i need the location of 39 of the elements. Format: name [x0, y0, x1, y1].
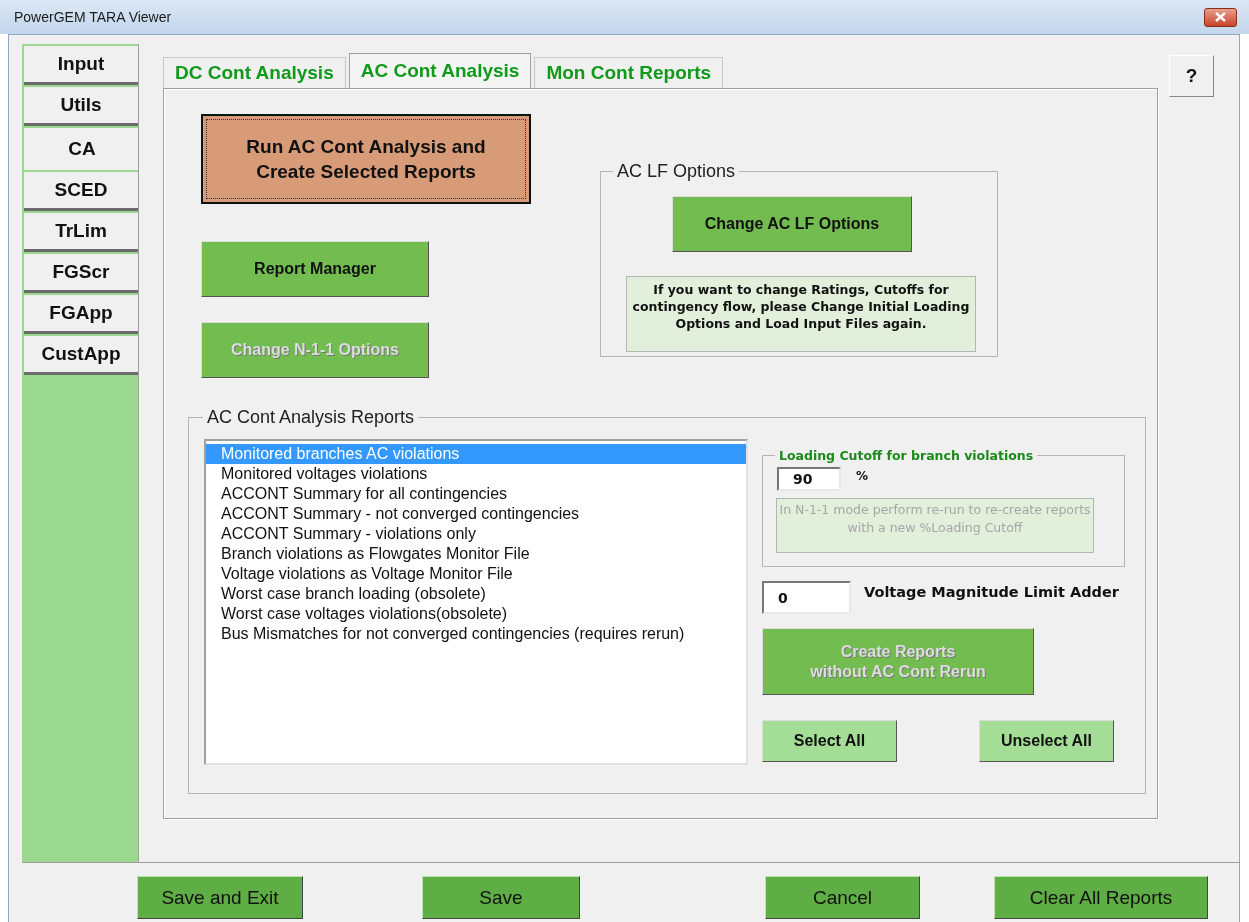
list-item[interactable]: Monitored voltages violations [206, 464, 746, 484]
list-item[interactable]: Voltage violations as Voltage Monitor File [206, 564, 746, 584]
cutoff-field[interactable]: 90 [777, 467, 841, 491]
action-button[interactable]: Report Manager [201, 241, 429, 297]
side-tab[interactable]: FGApp [24, 295, 138, 334]
list-item[interactable]: Bus Mismatches for not converged contingencies (requires rerun) [206, 624, 746, 644]
footer-button[interactable]: Save [422, 876, 580, 919]
group-title: AC Cont Analysis Reports [206, 407, 416, 428]
footer-button[interactable]: Cancel [765, 876, 920, 919]
info-note: If you want to change Ratings, Cutoffs for contingency flow, please Change Initial Loading Options and Load Input Files again. [626, 276, 976, 352]
group-title: Loading Cutoff for branch violations [778, 448, 1035, 463]
side-tab[interactable]: CustApp [24, 336, 138, 375]
adder-field[interactable]: 0 [762, 581, 851, 614]
side-tab[interactable]: Utils [24, 87, 138, 126]
window-title: PowerGEM TARA Viewer [14, 9, 172, 25]
side-tab[interactable]: SCED [24, 172, 138, 211]
unit-label: % [856, 469, 869, 483]
side-tab[interactable]: TrLim [24, 213, 138, 252]
footer-button[interactable]: Clear All Reports [994, 876, 1208, 919]
group-title: AC LF Options [616, 161, 737, 182]
list-item[interactable]: ACCONT Summary - not converged contingencies [206, 504, 746, 524]
list-item[interactable]: ACCONT Summary - violations only [206, 524, 746, 544]
side-tab[interactable]: FGScr [24, 254, 138, 293]
run-button[interactable]: Run AC Cont Analysis and Create Selected Reports [201, 114, 531, 204]
side-tab[interactable]: Input [24, 46, 138, 85]
options-button[interactable]: Change AC LF Options [672, 196, 912, 252]
list-item[interactable]: Worst case branch loading (obsolete) [206, 584, 746, 604]
list-item[interactable]: Worst case voltages violations(obsolete) [206, 604, 746, 624]
select-all-button[interactable]: Select All [762, 720, 897, 762]
list-item[interactable]: Branch violations as Flowgates Monitor File [206, 544, 746, 564]
side-tab[interactable]: CA [24, 128, 140, 170]
info-note: In N-1-1 mode perform re-run to re-create reports with a new %Loading Cutoff [776, 498, 1094, 553]
unselect-all-button[interactable]: Unselect All [979, 720, 1114, 762]
close-button[interactable] [1204, 7, 1237, 27]
help-button[interactable]: ? [1169, 55, 1214, 97]
list-item[interactable]: ACCONT Summary for all contingencies [206, 484, 746, 504]
footer-button[interactable]: Save and Exit [137, 876, 303, 919]
close-icon [1215, 12, 1226, 22]
field-label: Voltage Magnitude Limit Adder [864, 584, 1119, 600]
